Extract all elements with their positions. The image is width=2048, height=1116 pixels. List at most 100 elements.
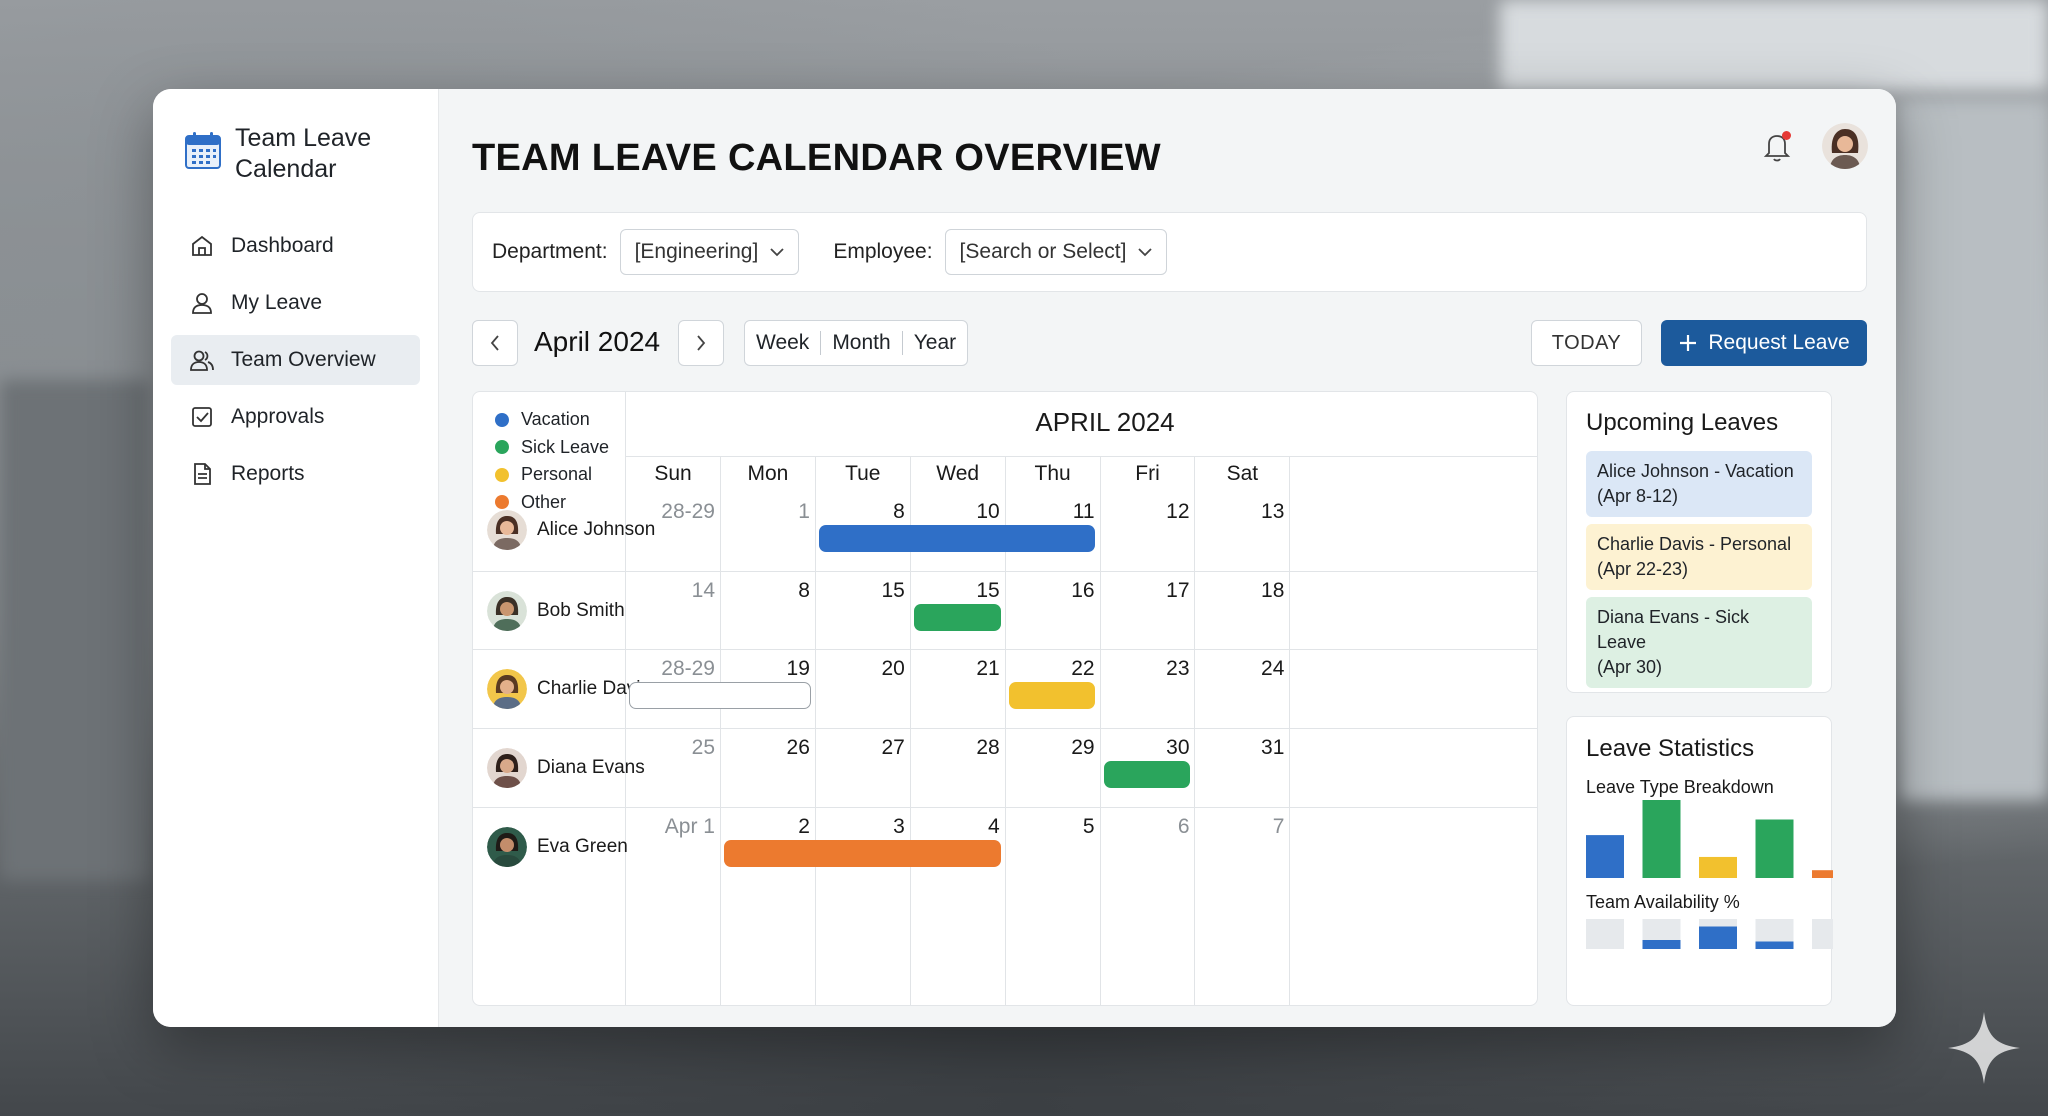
view-switcher: Week Month Year <box>744 320 969 366</box>
breakdown-bar-4 <box>1755 819 1794 878</box>
department-label: Department: <box>492 240 608 263</box>
view-year[interactable]: Year <box>903 331 967 355</box>
employee-select[interactable]: [Search or Select] <box>944 229 1168 275</box>
day-number: 14 <box>691 578 715 602</box>
leave-statistics-title: Leave Statistics <box>1586 735 1755 762</box>
day-number: 5 <box>1082 814 1095 838</box>
view-week[interactable]: Week <box>745 331 822 355</box>
breakdown-bar-2 <box>1642 800 1681 878</box>
availability-track-5 <box>1812 919 1833 949</box>
team-calendar: Vacation Sick Leave Personal Other APRIL… <box>472 391 1538 1006</box>
sidebar-item-approvals[interactable]: Approvals <box>171 392 420 442</box>
day-number: 31 <box>1261 736 1285 760</box>
legend-dot <box>495 412 509 427</box>
leave-item-name: Charlie Davis - Personal <box>1597 534 1792 554</box>
document-icon <box>194 463 211 485</box>
checkbox-icon <box>192 407 212 427</box>
leave-bar[interactable] <box>1008 682 1096 710</box>
sidebar-item-label: Reports <box>231 462 305 485</box>
grid-column-divider <box>1289 456 1291 1005</box>
legend-dot <box>495 467 509 482</box>
sidebar-item-label: My Leave <box>231 291 323 314</box>
request-leave-label: Request Leave <box>1708 331 1850 354</box>
breakdown-bar-5 <box>1812 870 1833 878</box>
day-number: 12 <box>1166 500 1190 523</box>
header-actions <box>1762 123 1868 169</box>
background-blur <box>1500 0 2048 90</box>
employee-row-label[interactable]: Bob Smith <box>487 590 625 631</box>
availability-bar-4 <box>1755 941 1794 949</box>
request-leave-button[interactable]: Request Leave <box>1661 320 1867 366</box>
chevron-down-icon <box>1138 247 1153 256</box>
day-number: 3 <box>893 814 905 838</box>
day-number: 24 <box>1261 657 1285 681</box>
day-number: 2 <box>798 814 810 838</box>
upcoming-leave-item[interactable]: Charlie Davis - Personal (Apr 22-23) <box>1586 524 1812 590</box>
day-number: 4 <box>988 814 1000 838</box>
background-blur <box>1900 100 2048 800</box>
grid-row-divider <box>473 570 1537 572</box>
upcoming-leave-item[interactable]: Diana Evans - Sick Leave (Apr 30) <box>1586 597 1812 688</box>
leave-item-dates: (Apr 30) <box>1597 657 1663 677</box>
app-title: Team Leave Calendar <box>235 123 371 185</box>
next-month-button[interactable] <box>678 320 724 366</box>
calendar-toolbar: April 2024 Week Month Year TODAY Request… <box>472 320 1867 366</box>
grid-row-divider <box>473 649 1537 651</box>
employee-avatar <box>487 826 527 867</box>
sidebar-item-dashboard[interactable]: Dashboard <box>171 221 420 271</box>
employee-label: Employee: <box>833 240 933 263</box>
sparkle-watermark-icon <box>1948 1012 2020 1084</box>
grid-column-divider <box>719 456 721 1005</box>
department-select[interactable]: [Engineering] <box>619 229 800 275</box>
app-title-line2: Calendar <box>235 155 337 183</box>
day-number: 25 <box>691 736 715 760</box>
day-number: 23 <box>1166 657 1190 681</box>
notifications-button[interactable] <box>1762 129 1792 163</box>
app-title-line1: Team Leave <box>235 124 372 152</box>
upcoming-leave-item[interactable]: Alice Johnson - Vacation (Apr 8-12) <box>1586 451 1812 517</box>
employee-row-label[interactable]: Eva Green <box>487 826 628 867</box>
leave-bar[interactable] <box>913 603 1001 631</box>
user-avatar[interactable] <box>1822 123 1868 169</box>
leave-item-dates: (Apr 8-12) <box>1597 486 1679 506</box>
leave-bar[interactable] <box>818 525 1096 552</box>
employee-value: [Search or Select] <box>959 240 1127 263</box>
leave-item-name: Alice Johnson - Vacation <box>1597 461 1794 481</box>
sidebar-item-my-leave[interactable]: My Leave <box>171 278 420 328</box>
legend-label: Personal <box>521 464 593 484</box>
employee-name: Bob Smith <box>537 599 625 621</box>
leave-bar[interactable] <box>1103 761 1191 789</box>
legend-item: Personal <box>495 461 609 489</box>
filter-bar: Department: [Engineering] Employee: [Sea… <box>472 212 1867 292</box>
legend-item: Vacation <box>495 406 609 434</box>
day-number: 28 <box>976 736 1000 760</box>
day-number: Apr 1 <box>664 814 715 838</box>
legend: Vacation Sick Leave Personal Other <box>495 406 609 516</box>
main-content: TEAM LEAVE CALENDAR OVERVIEW Department:… <box>439 89 1896 1027</box>
upcoming-leaves-panel: Upcoming Leaves Alice Johnson - Vacation… <box>1566 391 1832 693</box>
day-header-sat: Sat <box>1226 462 1259 485</box>
legend-dot <box>495 495 509 510</box>
leave-bar[interactable] <box>629 682 811 710</box>
calendar-title: APRIL 2024 <box>1035 407 1175 437</box>
grid-column-divider <box>814 456 816 1005</box>
view-month[interactable]: Month <box>821 331 903 355</box>
today-button[interactable]: TODAY <box>1531 320 1642 366</box>
availability-bar-2 <box>1642 940 1681 949</box>
prev-month-button[interactable] <box>472 320 518 366</box>
sidebar-item-reports[interactable]: Reports <box>171 449 420 499</box>
leave-bar[interactable] <box>723 839 1001 867</box>
day-number: 8 <box>798 578 810 602</box>
grid-column-divider <box>1194 456 1196 1005</box>
sidebar-item-label: Team Overview <box>231 348 376 371</box>
page-title: TEAM LEAVE CALENDAR OVERVIEW <box>472 137 1161 179</box>
current-month: April 2024 <box>534 326 661 357</box>
leave-item-name: Diana Evans - Sick Leave <box>1597 607 1750 652</box>
sidebar-item-label: Dashboard <box>231 234 334 257</box>
legend-dot <box>495 440 509 455</box>
grid-row-divider <box>473 728 1537 730</box>
sidebar-item-team-overview[interactable]: Team Overview <box>171 335 420 385</box>
chevron-down-icon <box>770 247 784 256</box>
day-number: 17 <box>1166 578 1190 602</box>
day-number: 16 <box>1071 578 1095 602</box>
